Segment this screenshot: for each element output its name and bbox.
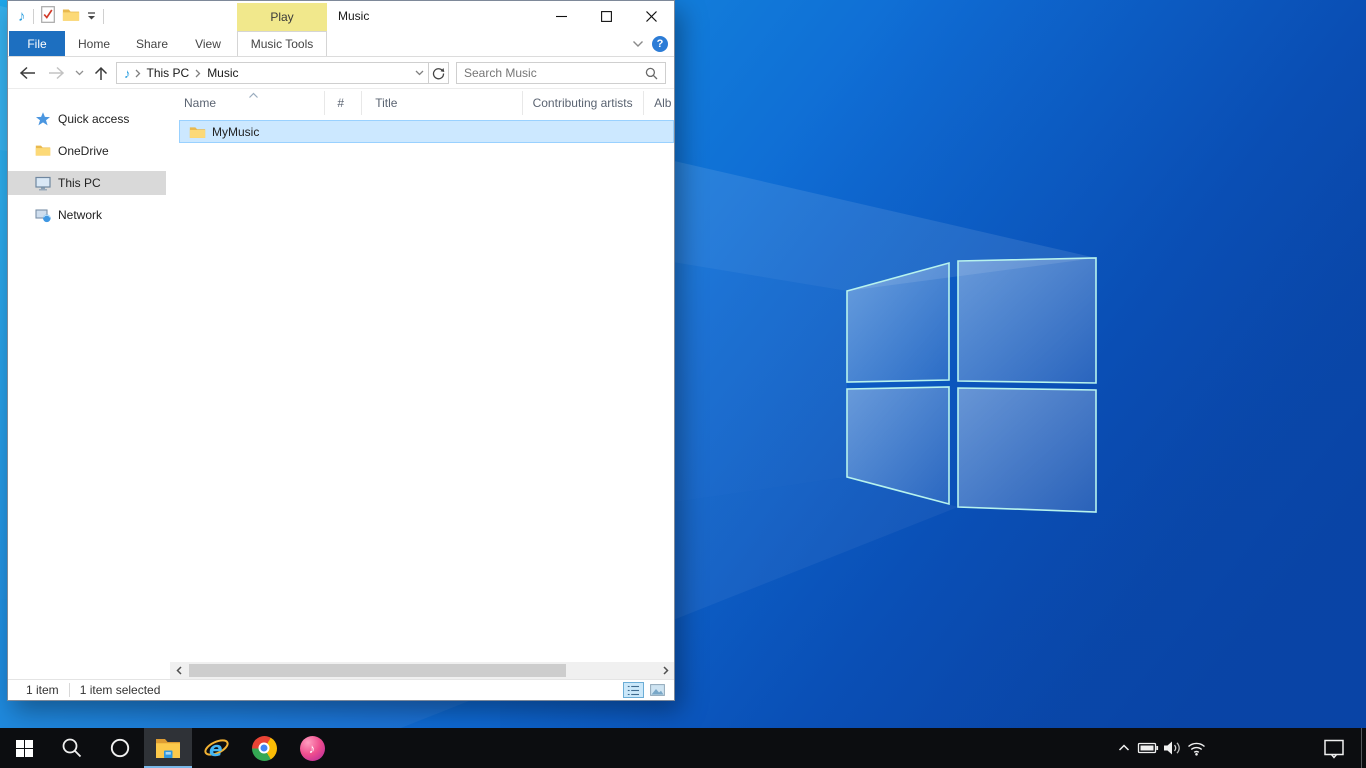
title-bar: ♪ Play Music	[8, 1, 674, 31]
tab-share[interactable]: Share	[126, 31, 178, 56]
column-header-contributing-artists[interactable]: Contributing artists	[523, 91, 645, 115]
column-header-row: Name # Title Contributing artists Alb	[170, 91, 674, 115]
close-button[interactable]	[629, 1, 674, 31]
sidebar-item-label: OneDrive	[58, 144, 109, 158]
ribbon-tab-row: File Home Share View Music Tools ?	[8, 31, 674, 57]
search-icon[interactable]	[645, 67, 665, 80]
help-button[interactable]: ?	[652, 36, 668, 52]
explorer-window: ♪ Play Music	[7, 0, 675, 701]
location-music-icon: ♪	[117, 66, 135, 81]
recent-locations-chevron-icon[interactable]	[70, 62, 88, 84]
desktop: ♪ Play Music	[0, 0, 1366, 768]
wifi-icon[interactable]	[1184, 728, 1208, 768]
taskbar-chrome-icon[interactable]	[240, 728, 288, 768]
sidebar-item-this-pc[interactable]: This PC	[8, 171, 166, 195]
breadcrumb-music[interactable]: Music	[201, 63, 244, 83]
separator	[69, 683, 70, 697]
search-input[interactable]	[457, 64, 645, 82]
forward-button[interactable]	[44, 62, 68, 84]
ribbon-contextual-group-play[interactable]: Play	[237, 3, 327, 31]
scroll-left-arrow-icon[interactable]	[170, 662, 187, 679]
quick-access-toolbar: ♪	[18, 1, 104, 31]
horizontal-scrollbar[interactable]	[170, 662, 674, 679]
file-name: MyMusic	[212, 125, 259, 139]
tab-file[interactable]: File	[9, 31, 65, 56]
this-pc-icon	[35, 175, 51, 191]
breadcrumb-this-pc[interactable]: This PC	[141, 63, 196, 83]
quick-access-star-icon	[35, 111, 51, 127]
cortana-icon[interactable]	[96, 728, 144, 768]
taskbar-file-explorer-icon[interactable]	[144, 728, 192, 768]
maximize-button[interactable]	[584, 1, 629, 31]
properties-check-icon[interactable]	[41, 6, 55, 26]
status-bar: 1 item 1 item selected	[8, 679, 674, 700]
window-title: Music	[338, 9, 369, 23]
navigation-pane: Quick access OneDrive This PC Network	[8, 89, 166, 662]
column-header-number[interactable]: #	[325, 91, 362, 115]
system-tray	[1112, 728, 1208, 768]
customize-qat-dropdown-icon[interactable]	[87, 12, 96, 20]
taskbar-itunes-icon[interactable]: ♪	[288, 728, 336, 768]
svg-text:e: e	[209, 737, 223, 761]
action-center-icon[interactable]	[1310, 728, 1358, 768]
scrollbar-thumb[interactable]	[189, 664, 566, 677]
tab-view[interactable]: View	[186, 31, 230, 56]
tab-home[interactable]: Home	[70, 31, 118, 56]
start-button[interactable]	[0, 728, 48, 768]
folder-icon	[189, 125, 206, 139]
show-desktop-button[interactable]	[1361, 728, 1362, 768]
navigation-toolbar: ♪ This PC Music	[8, 57, 674, 89]
details-view-button[interactable]	[623, 682, 644, 698]
scroll-right-arrow-icon[interactable]	[657, 662, 674, 679]
back-button[interactable]	[16, 62, 40, 84]
minimize-button[interactable]	[539, 1, 584, 31]
separator	[33, 9, 34, 24]
volume-icon[interactable]	[1160, 728, 1184, 768]
sort-ascending-icon	[248, 91, 259, 102]
sidebar-item-quick-access[interactable]: Quick access	[8, 107, 166, 131]
hidden-icons-chevron-icon[interactable]	[1112, 728, 1136, 768]
network-icon	[35, 207, 51, 223]
column-header-title[interactable]: Title	[362, 91, 522, 115]
column-header-name[interactable]: Name	[170, 91, 325, 115]
sidebar-item-onedrive[interactable]: OneDrive	[8, 139, 166, 163]
taskbar: e ♪	[0, 728, 1366, 768]
thumbnail-view-button[interactable]	[647, 682, 668, 698]
up-button[interactable]	[89, 62, 113, 84]
sidebar-item-label: This PC	[58, 176, 101, 190]
taskbar-internet-explorer-icon[interactable]: e	[192, 728, 240, 768]
taskbar-search-icon[interactable]	[48, 728, 96, 768]
separator	[103, 9, 104, 24]
file-row-mymusic[interactable]: MyMusic	[179, 120, 674, 143]
search-box[interactable]	[456, 62, 666, 84]
selection-count: 1 item selected	[80, 683, 161, 697]
item-count: 1 item	[26, 683, 59, 697]
refresh-button[interactable]	[429, 62, 449, 84]
tab-music-tools[interactable]: Music Tools	[237, 31, 327, 56]
collapse-ribbon-chevron-icon[interactable]	[632, 37, 644, 51]
onedrive-folder-icon	[35, 143, 51, 159]
sidebar-item-label: Quick access	[58, 112, 129, 126]
address-dropdown-chevron-icon[interactable]	[410, 63, 428, 83]
window-controls	[539, 1, 674, 31]
battery-icon[interactable]	[1136, 728, 1160, 768]
music-note-icon: ♪	[18, 9, 26, 24]
address-bar[interactable]: ♪ This PC Music	[116, 62, 429, 84]
sidebar-item-label: Network	[58, 208, 102, 222]
new-folder-icon[interactable]	[62, 7, 80, 25]
column-header-album[interactable]: Alb	[644, 91, 674, 115]
sidebar-item-network[interactable]: Network	[8, 203, 166, 227]
